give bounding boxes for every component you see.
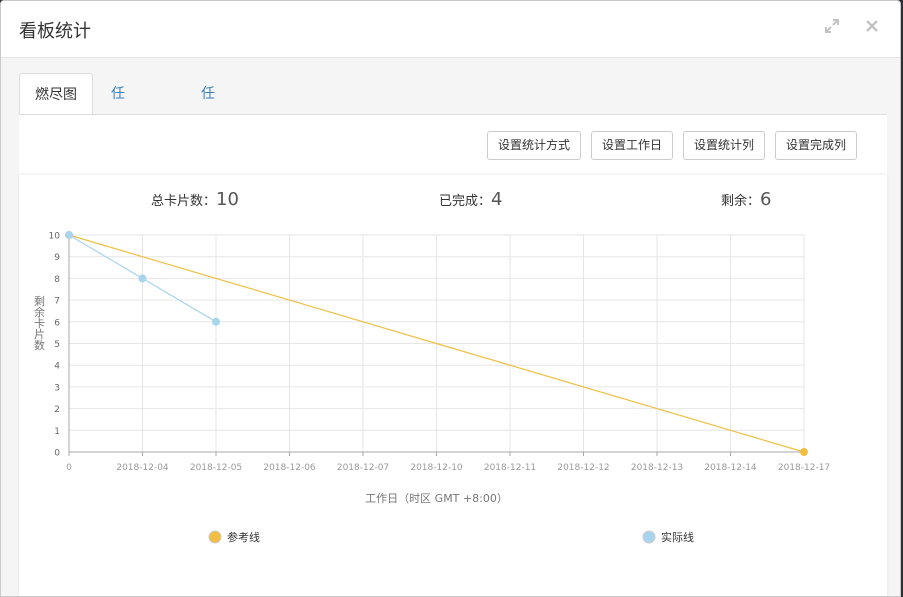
tab-task-distribution[interactable]: 任务分布 (96, 73, 140, 228)
dialog-title: 看板统计 (19, 21, 91, 42)
expand-icon[interactable] (821, 15, 843, 37)
y-tick-label: 6 (54, 318, 60, 328)
legend-marker-1 (642, 530, 656, 544)
set-stat-column-button[interactable]: 设置统计列 (683, 131, 766, 160)
series-point-0 (800, 448, 808, 456)
x-tick-label: 2018-12-17 (778, 463, 830, 473)
y-tick-label: 2 (54, 405, 60, 415)
tab-task-cycle[interactable]: 任务周期 (186, 73, 230, 228)
y-tick-label: 7 (54, 297, 60, 307)
x-tick-label: 2018-12-10 (410, 463, 463, 473)
x-tick-label: 2018-12-14 (704, 463, 757, 473)
x-tick-label: 0 (66, 463, 72, 473)
chart-area: 总卡片数：10 已完成：4 剩余：6 0 1 2 3 4 5 6 7 8 9 10 0 2018-12-… (19, 175, 887, 596)
burndown-chart: 0 1 2 3 4 5 6 7 8 9 10 0 2018-12-04 2018-12-05 2018-12… (33, 231, 830, 544)
series-point-1 (138, 274, 147, 283)
x-tick-label: 2018-12-12 (557, 463, 609, 473)
x-tick-label: 2018-12-04 (116, 463, 169, 473)
tab-burndown[interactable]: 燃尽图 (19, 73, 93, 115)
y-axis-label: 剩余卡片数 (33, 295, 46, 351)
y-tick-label: 0 (54, 449, 60, 459)
y-tick-label: 10 (49, 232, 61, 242)
set-workday-button[interactable]: 设置工作日 (591, 131, 674, 160)
y-tick-label: 3 (54, 383, 60, 393)
burndown-dialog: 看板统计 燃尽图 任务分布 任务周期 设置统计方式 设置工作日 设置统计列 设置… (0, 0, 901, 597)
y-tick-label: 9 (54, 253, 60, 263)
x-tick-label: 2018-12-11 (484, 463, 536, 473)
x-axis-label: 工作日（时区 GMT +8:00） (365, 492, 508, 505)
y-tick-label: 4 (54, 362, 60, 372)
x-tick-label: 2018-12-07 (337, 463, 389, 473)
legend-label-1: 实际线 (661, 530, 694, 544)
series-point-1 (65, 231, 73, 239)
dialog-header: 看板统计 (1, 1, 900, 58)
set-stat-method-button[interactable]: 设置统计方式 (487, 131, 582, 160)
x-tick-label: 2018-12-13 (631, 463, 683, 473)
set-done-column-button[interactable]: 设置完成列 (775, 131, 858, 160)
series-point-1 (212, 317, 220, 326)
y-tick-label: 1 (54, 427, 60, 437)
tab-panel: 设置统计方式 设置工作日 设置统计列 设置完成列 总卡片数：10 已完成：4 剩… (19, 114, 887, 596)
x-tick-label: 2018-12-06 (263, 463, 316, 473)
close-icon[interactable] (861, 15, 883, 37)
legend-marker-0 (208, 530, 222, 544)
x-tick-label: 2018-12-05 (190, 463, 242, 473)
y-tick-label: 5 (54, 340, 60, 350)
y-tick-label: 8 (54, 275, 60, 285)
legend-label-0: 参考线 (227, 530, 260, 544)
